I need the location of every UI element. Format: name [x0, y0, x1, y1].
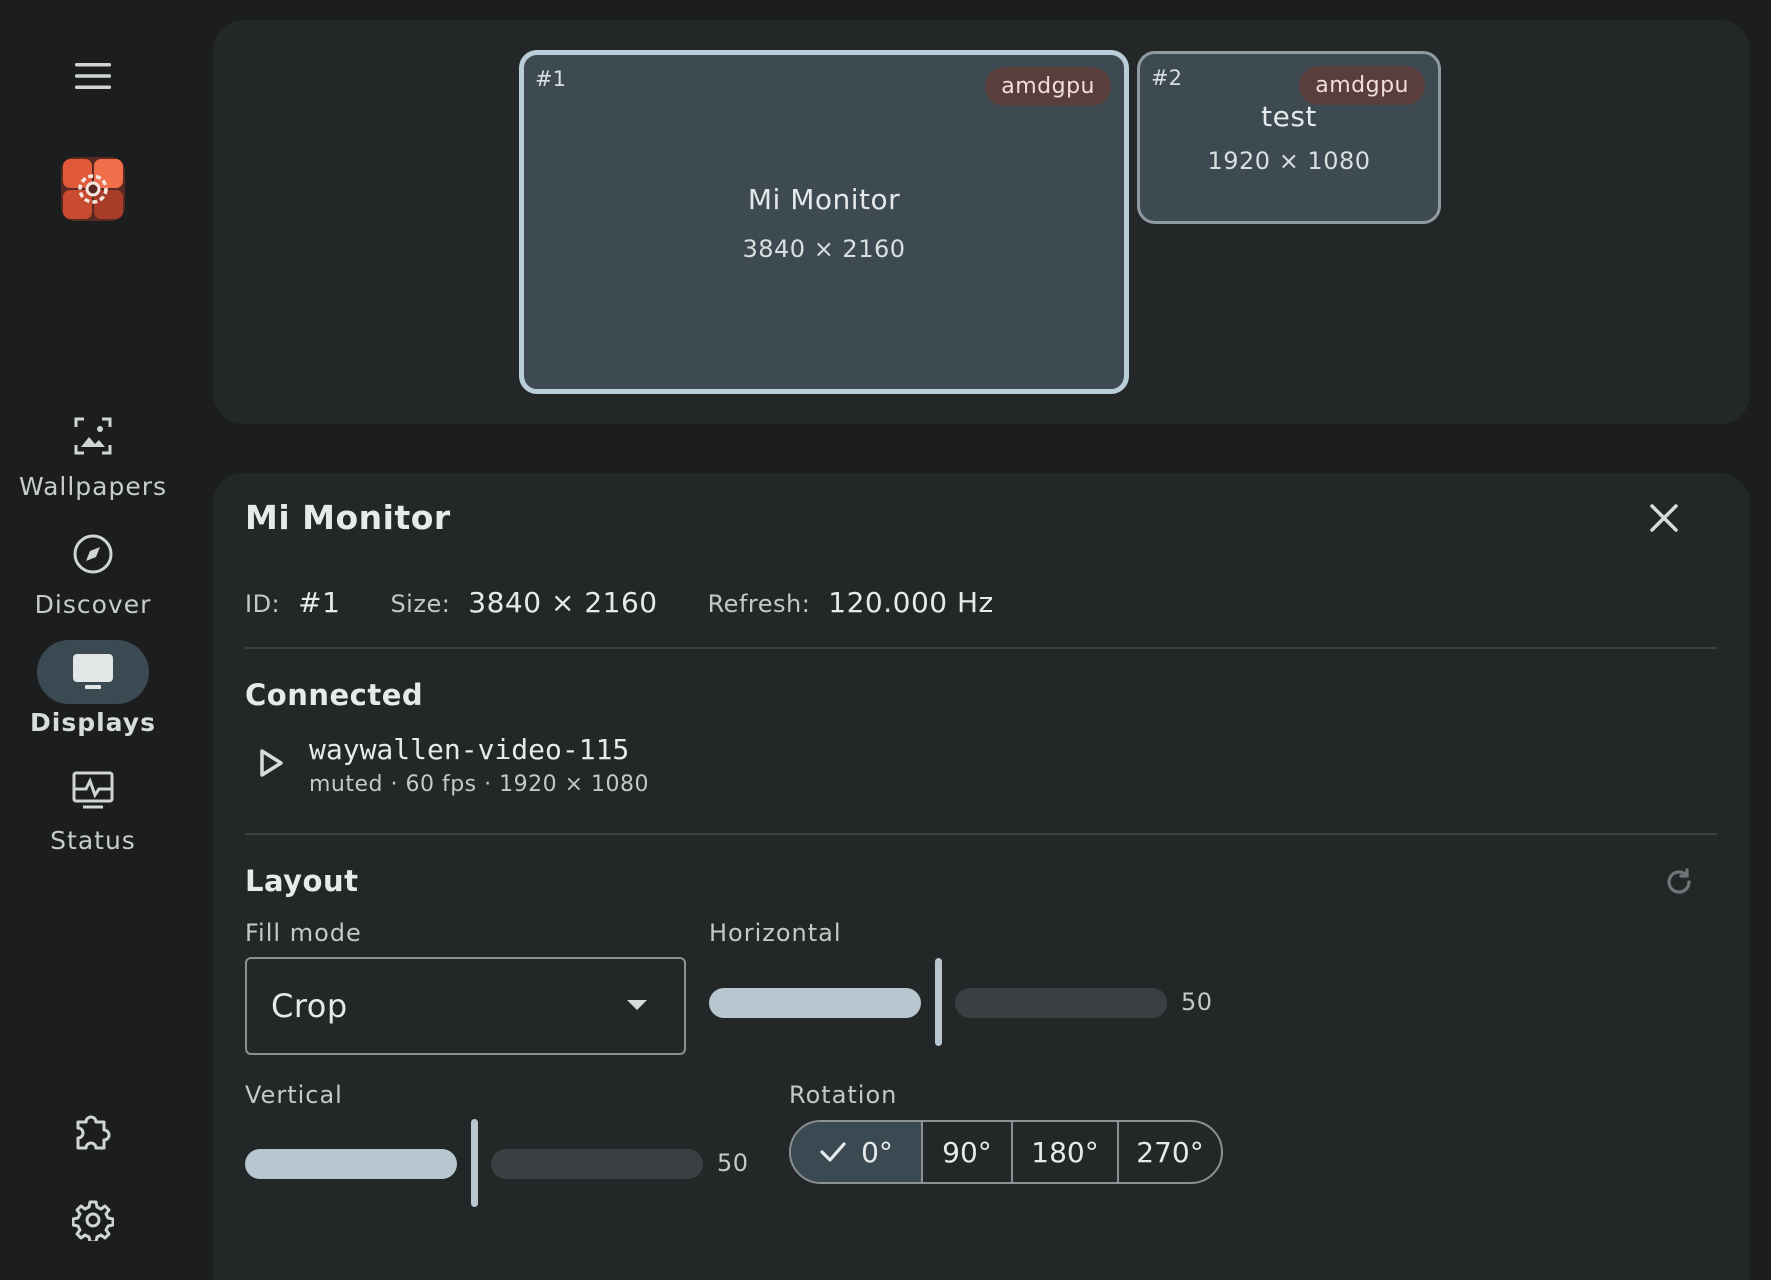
slider-handle[interactable]	[935, 958, 942, 1046]
horizontal-label: Horizontal	[709, 919, 842, 947]
rotation-segmented-control: 0° 90° 180° 270°	[789, 1120, 1223, 1184]
hamburger-menu-icon	[75, 63, 111, 89]
play-button[interactable]	[253, 745, 289, 781]
menu-button[interactable]	[63, 51, 123, 101]
fill-mode-select[interactable]: Crop	[245, 957, 686, 1055]
reset-layout-button[interactable]	[1659, 862, 1699, 902]
slider-inactive-track	[491, 1149, 703, 1179]
nav-item-discover[interactable]: Discover	[0, 522, 186, 634]
settings-button[interactable]	[63, 1190, 123, 1250]
nav-pill	[37, 522, 149, 586]
connected-source-name: waywallen-video-115	[309, 733, 630, 766]
horizontal-value: 50	[1181, 988, 1213, 1016]
navigation-rail: Wallpapers Discover Displays Status	[0, 0, 212, 1280]
gear-icon	[72, 1200, 114, 1241]
monitor-name: Mi Monitor	[747, 183, 901, 216]
divider	[245, 833, 1717, 835]
rotation-option-90[interactable]: 90°	[921, 1122, 1011, 1182]
status-monitor-icon	[72, 771, 114, 809]
puzzle-icon	[76, 1115, 111, 1150]
rotation-option-label: 180°	[1031, 1135, 1099, 1169]
nav-pill	[37, 758, 149, 822]
slider-inactive-track	[955, 988, 1167, 1018]
slider-active-track	[709, 988, 921, 1018]
monitor-resolution: 1920 × 1080	[1207, 147, 1371, 175]
plugins-button[interactable]	[63, 1101, 123, 1161]
monitor-id: #1	[535, 67, 566, 91]
rotation-option-180[interactable]: 180°	[1011, 1122, 1117, 1182]
check-icon	[819, 1141, 847, 1163]
fill-mode-value: Crop	[271, 987, 348, 1025]
nav-label: Discover	[34, 590, 152, 619]
app-logo-icon	[61, 157, 125, 221]
wallpaper-icon	[74, 417, 112, 455]
refresh-value: 120.000 Hz	[828, 586, 994, 619]
rotation-option-label: 90°	[942, 1135, 992, 1169]
close-icon	[1650, 504, 1678, 532]
id-label: ID:	[245, 590, 281, 618]
vertical-value: 50	[717, 1149, 749, 1177]
connected-section-title: Connected	[245, 678, 424, 712]
divider	[245, 647, 1717, 649]
nav-pill	[37, 640, 149, 704]
size-value: 3840 × 2160	[468, 586, 658, 619]
vertical-slider[interactable]	[245, 1119, 705, 1209]
app-logo	[61, 157, 125, 221]
close-button[interactable]	[1641, 495, 1687, 541]
rotation-label: Rotation	[789, 1081, 898, 1109]
monitor-detail-panel: Mi Monitor ID: #1 Size: 3840 × 2160 Refr…	[213, 473, 1750, 1280]
nav-label: Displays	[30, 708, 156, 737]
horizontal-slider[interactable]	[709, 958, 1169, 1048]
monitor-card-2[interactable]: #2 amdgpu test 1920 × 1080	[1137, 51, 1441, 224]
monitor-info-row: ID: #1 Size: 3840 × 2160 Refresh: 120.00…	[245, 586, 1044, 619]
nav-pill	[37, 404, 149, 468]
monitor-icon	[73, 654, 113, 689]
nav-item-displays[interactable]: Displays	[0, 640, 186, 752]
fill-mode-label: Fill mode	[245, 919, 362, 947]
display-arrangement-canvas: #1 amdgpu Mi Monitor 3840 × 2160 #2 amdg…	[213, 20, 1750, 424]
compass-icon	[73, 534, 113, 574]
nav-label: Wallpapers	[18, 472, 168, 501]
connected-source-meta: muted · 60 fps · 1920 × 1080	[309, 772, 650, 797]
rotation-option-0[interactable]: 0°	[791, 1122, 921, 1182]
slider-active-track	[245, 1149, 457, 1179]
vertical-label: Vertical	[245, 1081, 343, 1109]
panel-title: Mi Monitor	[245, 498, 451, 537]
rotation-option-label: 0°	[861, 1135, 893, 1169]
play-icon	[260, 749, 283, 777]
nav-item-status[interactable]: Status	[0, 758, 186, 870]
rotation-option-label: 270°	[1136, 1135, 1204, 1169]
nav-label: Status	[50, 826, 136, 855]
monitor-name: test	[1261, 100, 1317, 133]
refresh-icon	[1667, 868, 1691, 894]
monitor-card-1[interactable]: #1 amdgpu Mi Monitor 3840 × 2160	[519, 50, 1129, 394]
monitor-id: #2	[1151, 66, 1182, 90]
refresh-label: Refresh:	[707, 590, 811, 618]
caret-down-icon	[627, 1000, 647, 1010]
gpu-badge: amdgpu	[985, 67, 1111, 106]
rotation-option-270[interactable]: 270°	[1117, 1122, 1221, 1182]
layout-section-title: Layout	[245, 864, 359, 898]
id-value: #1	[298, 586, 341, 619]
monitor-resolution: 3840 × 2160	[742, 235, 906, 263]
app-window: Wallpapers Discover Displays Status #1 a…	[0, 0, 1771, 1280]
slider-handle[interactable]	[471, 1119, 478, 1207]
size-label: Size:	[390, 590, 451, 618]
nav-item-wallpapers[interactable]: Wallpapers	[0, 404, 186, 516]
